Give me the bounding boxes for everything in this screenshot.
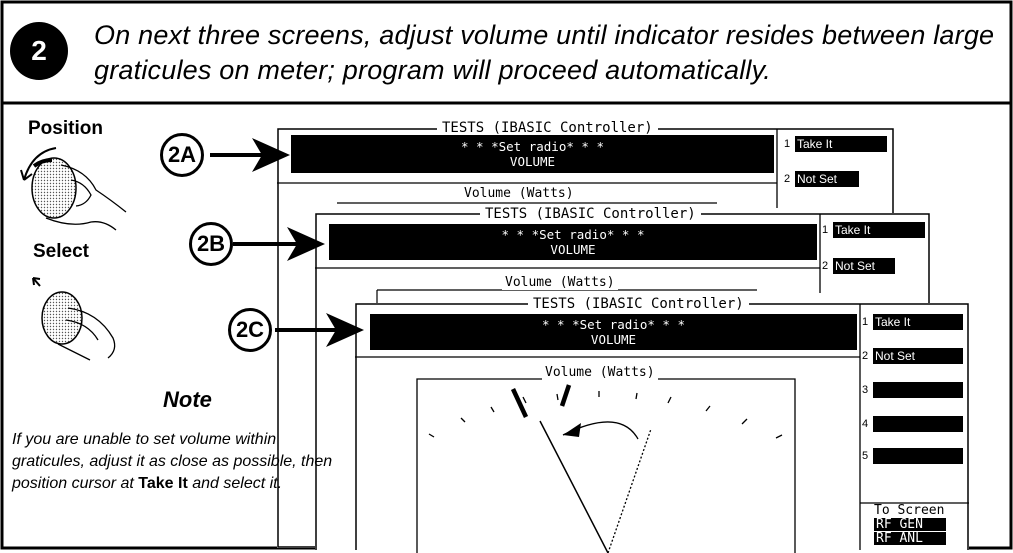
diagram-frame: 2 On next three screens, adjust volume u… — [0, 0, 1013, 553]
note-title: Note — [163, 387, 212, 412]
callout-2b: 2B — [189, 222, 233, 266]
callout-2c: 2C — [228, 308, 272, 352]
take-it-reference: Take It — [138, 475, 188, 492]
callout-2a: 2A — [160, 133, 204, 177]
note-body: If you are unable to set volume within g… — [12, 431, 333, 492]
